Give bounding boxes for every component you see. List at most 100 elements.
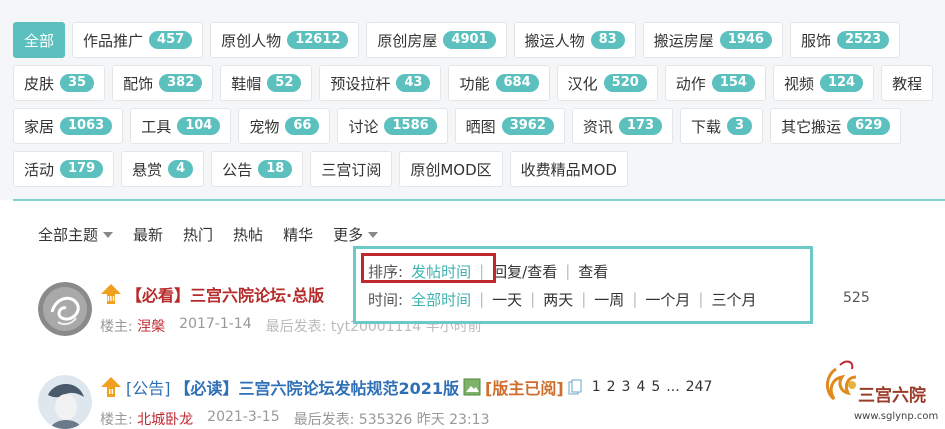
tag-chip[interactable]: 作品推广 457 (72, 22, 204, 58)
tag-count-badge: 684 (495, 74, 539, 92)
tag-chip[interactable]: 讨论 1586 (337, 108, 448, 144)
avatar[interactable] (38, 282, 92, 336)
page-link[interactable]: 5 (651, 379, 660, 395)
dropdown-option[interactable]: 一周 (594, 289, 624, 310)
page-link[interactable]: 4 (636, 379, 645, 395)
tag-chip[interactable]: 功能 684 (448, 65, 550, 101)
tag-chip[interactable]: 工具 104 (130, 108, 232, 144)
page-link[interactable]: 247 (686, 379, 713, 395)
nav-hot[interactable]: 热门 (183, 224, 213, 245)
reply-count: 525 (843, 290, 870, 306)
avatar[interactable] (38, 375, 92, 429)
tag-chip[interactable]: 预设拉杆 43 (319, 65, 442, 101)
page-link[interactable]: 2 (607, 379, 616, 395)
tag-chip[interactable]: 原创MOD区 (399, 151, 503, 187)
tag-chip[interactable]: 汉化 520 (556, 65, 658, 101)
sticky-icon: III (101, 284, 121, 304)
tag-chip[interactable]: 悬赏 4 (121, 151, 205, 187)
dropdown-option[interactable]: 两天 (543, 289, 573, 310)
time-options-row: 时间: 全部时间 | 一天 | 两天 | 一周 | 一个月 | 三个月 (368, 285, 798, 313)
tag-chip[interactable]: 教程 (881, 65, 934, 101)
tag-label: 视频 (783, 74, 814, 93)
tag-count-badge: 18 (258, 160, 293, 178)
tag-chip[interactable]: 活动 179 (13, 151, 115, 187)
tag-count-badge: 154 (711, 74, 755, 92)
dropdown-option[interactable]: 一个月 (645, 289, 690, 310)
tag-count-badge: 3962 (501, 117, 554, 135)
tag-chip[interactable]: 动作 154 (664, 65, 766, 101)
more-dropdown[interactable]: 更多 (333, 224, 379, 245)
dropdown-option[interactable]: 全部时间 (411, 289, 471, 310)
tag-chip[interactable]: 鞋帽 52 (220, 65, 313, 101)
time-label: 时间: (368, 290, 404, 309)
tag-count-badge: 104 (177, 117, 221, 135)
separator: | (698, 290, 704, 308)
tag-chip[interactable]: 收费精品MOD (509, 151, 628, 187)
thread-title[interactable]: 【必看】三宫六院论坛·总版 (126, 282, 324, 306)
thread-type[interactable]: [公告] (126, 375, 171, 399)
tag-row-3: 家居 1063 工具 104 宠物 66 讨论 1586 晒图 3962 资讯 173 下载 3 其它搬运 6… (13, 108, 902, 144)
image-attachment-icon (463, 378, 481, 396)
tag-label: 资讯 (582, 117, 613, 136)
tag-label: 宠物 (249, 117, 280, 136)
page-link[interactable]: 3 (622, 379, 631, 395)
logo-name: 三宫六院 (858, 385, 926, 406)
tag-chip[interactable]: 三宫订阅 (310, 151, 393, 187)
tag-chip[interactable]: 其它搬运 629 (770, 108, 902, 144)
tag-chip[interactable]: 公告 18 (211, 151, 304, 187)
separator: | (479, 290, 485, 308)
tag-label: 家居 (24, 117, 55, 136)
tag-label: 悬赏 (132, 160, 163, 179)
nav-hot-posts[interactable]: 热帖 (233, 224, 263, 245)
nav-digest[interactable]: 精华 (283, 224, 313, 245)
tag-chip[interactable]: 配饰 382 (112, 65, 214, 101)
tag-count-badge: 179 (60, 160, 104, 178)
tag-chip[interactable]: 视频 124 (772, 65, 875, 101)
thread-filter-nav: 全部主题 最新 热门 热帖 精华 更多 (38, 224, 379, 245)
tag-count-badge: 1586 (384, 117, 437, 135)
tag-chip[interactable]: 全部 (13, 22, 66, 58)
tag-chip[interactable]: 宠物 66 (238, 108, 331, 144)
separator: | (632, 290, 638, 308)
dropdown-option[interactable]: 查看 (578, 261, 608, 282)
separator: | (581, 290, 587, 308)
tag-chip[interactable]: 搬运房屋 1946 (642, 22, 783, 58)
all-topics-dropdown[interactable]: 全部主题 (38, 224, 114, 245)
thread-row: II [公告] 【必读】三宫六院论坛发帖规范2021版 [版主已阅] 12345… (38, 375, 712, 429)
tag-chip[interactable]: 下载 3 (680, 108, 764, 144)
sticky-icon: II (101, 377, 121, 397)
tag-label: 三宫订阅 (321, 160, 382, 179)
separator: | (565, 262, 571, 280)
tag-count-badge: 1063 (60, 117, 113, 135)
dropdown-option[interactable]: 回复/查看 (492, 261, 557, 282)
tag-chip[interactable]: 家居 1063 (13, 108, 124, 144)
tag-chip[interactable]: 资讯 173 (571, 108, 674, 144)
tag-label: 公告 (222, 160, 253, 179)
tag-count-badge: 382 (159, 74, 203, 92)
dropdown-option[interactable]: 三个月 (711, 289, 756, 310)
dropdown-option[interactable]: 一天 (492, 289, 522, 310)
tag-chip[interactable]: 搬运人物 83 (513, 22, 636, 58)
tag-label: 教程 (892, 74, 923, 93)
tag-chip[interactable]: 原创人物 12612 (210, 22, 360, 58)
tag-count-badge: 1946 (719, 31, 772, 49)
tag-chip[interactable]: 服饰 2523 (789, 22, 901, 58)
tag-chip[interactable]: 皮肤 35 (13, 65, 106, 101)
tag-label: 功能 (459, 74, 490, 93)
tag-chip[interactable]: 原创房屋 4901 (366, 22, 507, 58)
moderator-read-badge: [版主已阅] (485, 379, 564, 398)
page-link[interactable]: 1 (592, 379, 601, 395)
tag-count-badge: 4 (168, 160, 194, 178)
tag-row-1: 全部 作品推广 457 原创人物 12612 原创房屋 4901 搬运人物 83 搬运房屋 1946… (13, 22, 901, 58)
nav-latest[interactable]: 最新 (133, 224, 163, 245)
thread-author[interactable]: 北城卧龙 (137, 412, 193, 428)
tag-label: 讨论 (348, 117, 379, 136)
thread-title[interactable]: 【必读】三宫六院论坛发帖规范2021版 (175, 375, 460, 399)
tag-count-badge: 2523 (836, 31, 890, 49)
tag-count-badge: 3 (727, 117, 753, 135)
thread-author[interactable]: 涅槃 (137, 319, 165, 335)
tag-count-badge: 629 (847, 117, 891, 135)
tag-label: 原创MOD区 (410, 160, 492, 179)
tag-label: 晒图 (465, 117, 496, 136)
tag-chip[interactable]: 晒图 3962 (454, 108, 565, 144)
